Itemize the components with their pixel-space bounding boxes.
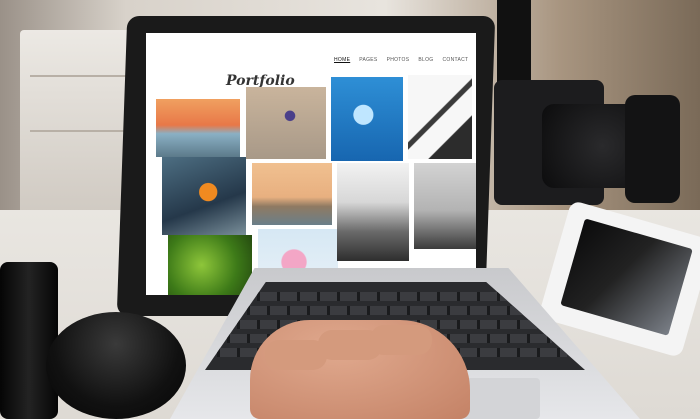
- starfish-photo[interactable]: [162, 157, 246, 235]
- green-leaves-photo[interactable]: [168, 235, 252, 295]
- finger: [370, 325, 432, 355]
- desk-scene: Portfolio HOME PAGES PHOTOS BLOG CONTACT: [0, 0, 700, 419]
- camera-lens-front: [46, 312, 186, 419]
- jellyfish-photo[interactable]: [331, 77, 403, 161]
- nav-pages[interactable]: PAGES: [359, 57, 377, 63]
- tablet-screen: [560, 218, 693, 336]
- camera-lens-left: [0, 262, 58, 419]
- sunset-harbor-photo[interactable]: [156, 99, 240, 157]
- misty-mountain-village-photo[interactable]: [337, 163, 409, 261]
- nav-home[interactable]: HOME: [334, 57, 350, 63]
- nav-contact[interactable]: CONTACT: [443, 57, 469, 63]
- bridge-structure-photo[interactable]: [408, 75, 472, 159]
- key-row: [257, 292, 507, 301]
- laptop-screen: Portfolio HOME PAGES PHOTOS BLOG CONTACT: [146, 33, 476, 295]
- nav-photos[interactable]: PHOTOS: [387, 57, 410, 63]
- lens-hood: [625, 95, 680, 203]
- winter-cabin-photo[interactable]: [414, 163, 476, 249]
- camera-flash: [497, 0, 531, 82]
- nav-blog[interactable]: BLOG: [418, 57, 433, 63]
- site-nav: HOME PAGES PHOTOS BLOG CONTACT: [334, 57, 468, 63]
- key-row: [247, 306, 522, 315]
- purple-flower-photo[interactable]: [246, 87, 326, 159]
- coastal-town-photo[interactable]: [252, 163, 332, 225]
